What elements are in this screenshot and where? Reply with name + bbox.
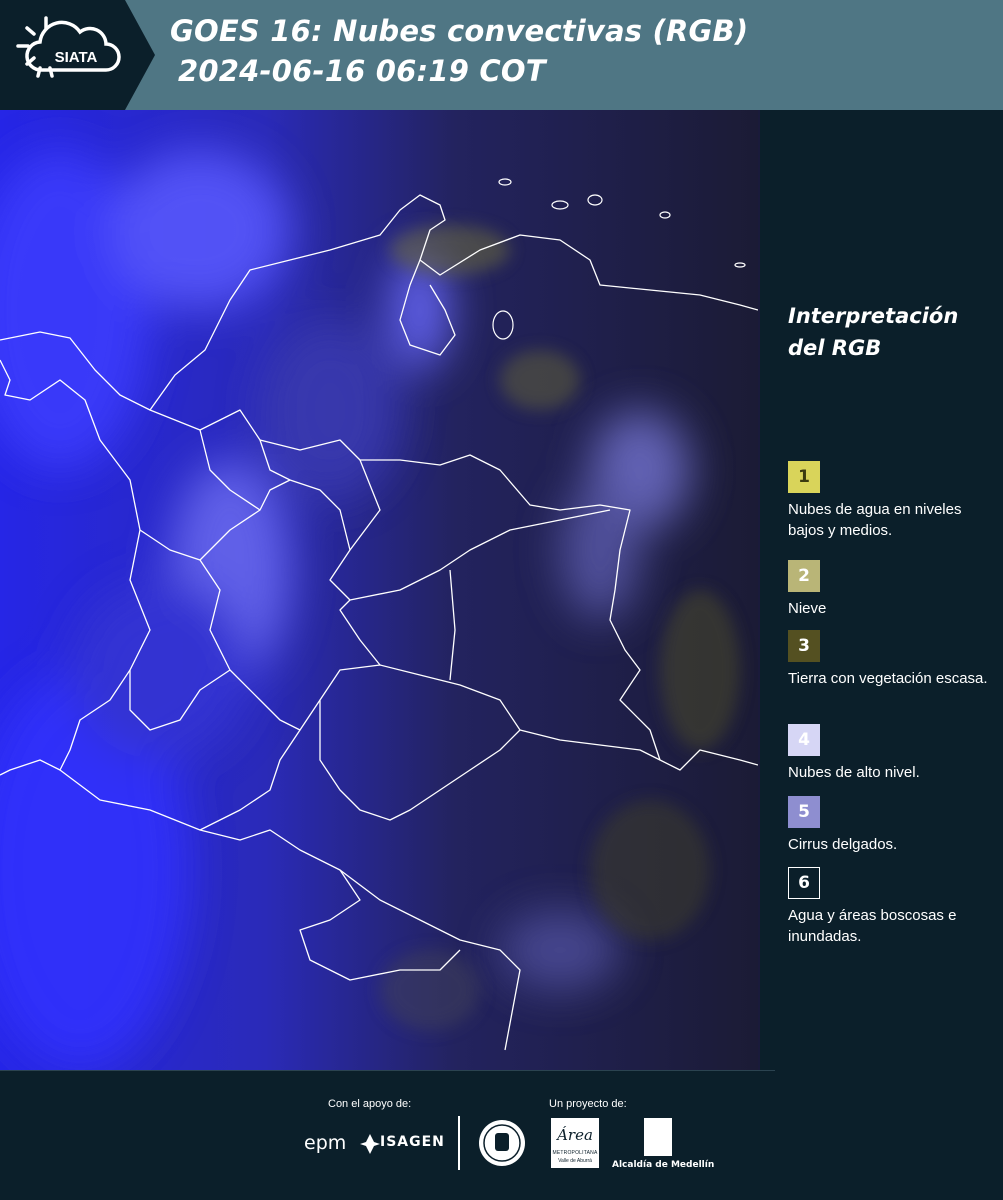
epm-logo: epm bbox=[304, 1132, 347, 1154]
legend-label-3: Tierra con vegetación escasa. bbox=[788, 670, 988, 687]
legend-label-4: Nubes de alto nivel. bbox=[788, 764, 920, 781]
project-label: Un proyecto de: bbox=[549, 1098, 627, 1110]
isagen-text: ISAGEN bbox=[380, 1134, 445, 1150]
footer: Con el apoyo de: Un proyecto de: epm ISA… bbox=[0, 1070, 1003, 1200]
footer-separator bbox=[458, 1116, 460, 1170]
timestamp: 2024-06-16 06:19 COT bbox=[178, 54, 546, 88]
legend-swatch-5: 5 bbox=[788, 796, 820, 828]
legend-label-5: Cirrus delgados. bbox=[788, 836, 898, 853]
area-metropolitana-text: METROPOLITANA bbox=[552, 1150, 598, 1156]
header-bar: SIATA GOES 16: Nubes convectivas (RGB) 2… bbox=[0, 0, 1003, 110]
legend-item-5: 5 Cirrus delgados. bbox=[788, 796, 993, 855]
legend-swatch-2: 2 bbox=[788, 560, 820, 592]
legend-title: Interpretación del RGB bbox=[788, 304, 959, 360]
valle-aburra-text: Valle de Aburrá bbox=[558, 1158, 592, 1164]
legend-item-2: 2 Nieve bbox=[788, 560, 993, 619]
siata-brand-text: SIATA bbox=[55, 49, 98, 66]
siata-logo: SIATA bbox=[0, 0, 155, 110]
legend-swatch-3: 3 bbox=[788, 630, 820, 662]
legend-item-1: 1 Nubes de agua en niveles bajos y medios… bbox=[788, 461, 993, 541]
area-metropolitana-logo: Área METROPOLITANA Valle de Aburrá bbox=[551, 1118, 599, 1168]
isagen-icon bbox=[360, 1134, 380, 1154]
legend-item-4: 4 Nubes de alto nivel. bbox=[788, 724, 993, 783]
satellite-map[interactable] bbox=[0, 110, 762, 1070]
alcaldia-shield-icon bbox=[644, 1118, 672, 1156]
page-title: GOES 16: Nubes convectivas (RGB) bbox=[170, 14, 749, 48]
legend-item-3: 3 Tierra con vegetación escasa. bbox=[788, 630, 993, 689]
medellin-seal bbox=[477, 1118, 527, 1173]
legend-label-2: Nieve bbox=[788, 600, 827, 617]
support-label: Con el apoyo de: bbox=[328, 1098, 412, 1110]
area-text: Área bbox=[557, 1126, 593, 1144]
legend-swatch-4: 4 bbox=[788, 724, 820, 756]
legend-label-6: Agua y áreas boscosas e inundadas. bbox=[788, 907, 957, 945]
legend-swatch-6: 6 bbox=[788, 867, 820, 899]
legend-label-1: Nubes de agua en niveles bajos y medios. bbox=[788, 501, 962, 539]
footer-divider bbox=[0, 1070, 775, 1071]
alcaldia-text: Alcaldía de Medellín bbox=[612, 1160, 715, 1170]
legend-item-6: 6 Agua y áreas boscosas e inundadas. bbox=[788, 867, 993, 947]
legend-swatch-1: 1 bbox=[788, 461, 820, 493]
rgb-legend: Interpretación del RGB 1 Nubes de agua en… bbox=[788, 300, 993, 945]
